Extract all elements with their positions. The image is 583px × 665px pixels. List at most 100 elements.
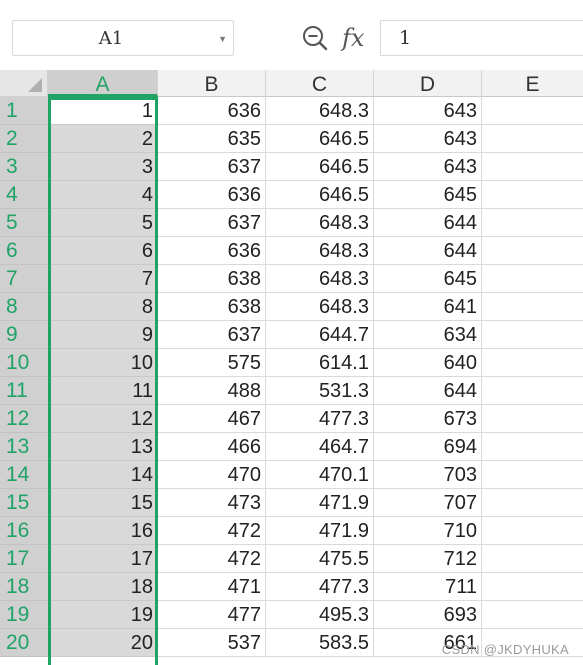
cell-a[interactable]: 1 bbox=[48, 97, 158, 125]
cell-c[interactable]: 475.5 bbox=[266, 545, 374, 573]
cell-a[interactable]: 12 bbox=[48, 405, 158, 433]
row-header[interactable]: 7 bbox=[0, 265, 48, 293]
cell-c[interactable]: 495.3 bbox=[266, 601, 374, 629]
cell-c[interactable]: 471.9 bbox=[266, 517, 374, 545]
row-header[interactable]: 1 bbox=[0, 97, 48, 125]
cell-b[interactable]: 472 bbox=[158, 545, 266, 573]
formula-input[interactable]: 1 bbox=[380, 20, 583, 56]
row-header[interactable]: 9 bbox=[0, 321, 48, 349]
cell-c[interactable]: 531.3 bbox=[266, 377, 374, 405]
cell-b[interactable]: 638 bbox=[158, 293, 266, 321]
cell-a[interactable]: 8 bbox=[48, 293, 158, 321]
cell-d[interactable]: 710 bbox=[374, 517, 482, 545]
cell-d[interactable]: 707 bbox=[374, 489, 482, 517]
cell-d[interactable]: 693 bbox=[374, 601, 482, 629]
cell-a[interactable]: 17 bbox=[48, 545, 158, 573]
row-header[interactable]: 10 bbox=[0, 349, 48, 377]
cell-e[interactable] bbox=[482, 517, 583, 545]
cell-a[interactable]: 10 bbox=[48, 349, 158, 377]
row-header[interactable]: 3 bbox=[0, 153, 48, 181]
cell-c[interactable]: 477.3 bbox=[266, 573, 374, 601]
cell-d[interactable]: 641 bbox=[374, 293, 482, 321]
cell-c[interactable]: 646.5 bbox=[266, 125, 374, 153]
cell-d[interactable]: 643 bbox=[374, 125, 482, 153]
cell-c[interactable]: 464.7 bbox=[266, 433, 374, 461]
cell-c[interactable]: 648.3 bbox=[266, 237, 374, 265]
cell-d[interactable]: 644 bbox=[374, 209, 482, 237]
cell-b[interactable]: 636 bbox=[158, 181, 266, 209]
cell-e[interactable] bbox=[482, 181, 583, 209]
cell-b[interactable]: 477 bbox=[158, 601, 266, 629]
cell-d[interactable]: 634 bbox=[374, 321, 482, 349]
row-header[interactable]: 4 bbox=[0, 181, 48, 209]
cell-b[interactable]: 638 bbox=[158, 265, 266, 293]
cell-d[interactable]: 703 bbox=[374, 461, 482, 489]
cell-c[interactable]: 648.3 bbox=[266, 293, 374, 321]
cell-d[interactable]: 643 bbox=[374, 97, 482, 125]
row-header[interactable]: 20 bbox=[0, 629, 48, 657]
cell-d[interactable]: 711 bbox=[374, 573, 482, 601]
cell-c[interactable]: 648.3 bbox=[266, 265, 374, 293]
cell-d[interactable]: 640 bbox=[374, 349, 482, 377]
cell-e[interactable] bbox=[482, 545, 583, 573]
row-header[interactable]: 16 bbox=[0, 517, 48, 545]
column-header-e[interactable]: E bbox=[482, 70, 583, 97]
cell-d[interactable]: 645 bbox=[374, 181, 482, 209]
cell-e[interactable] bbox=[482, 601, 583, 629]
column-header-b[interactable]: B bbox=[158, 70, 266, 97]
cell-d[interactable]: 645 bbox=[374, 265, 482, 293]
cell-b[interactable]: 637 bbox=[158, 153, 266, 181]
row-header[interactable]: 6 bbox=[0, 237, 48, 265]
cell-e[interactable] bbox=[482, 489, 583, 517]
cell-b[interactable]: 637 bbox=[158, 321, 266, 349]
cell-a[interactable]: 16 bbox=[48, 517, 158, 545]
cell-b[interactable]: 636 bbox=[158, 237, 266, 265]
cell-b[interactable]: 472 bbox=[158, 517, 266, 545]
cell-d[interactable]: 694 bbox=[374, 433, 482, 461]
cell-a[interactable]: 4 bbox=[48, 181, 158, 209]
row-header[interactable]: 8 bbox=[0, 293, 48, 321]
row-header[interactable]: 12 bbox=[0, 405, 48, 433]
cell-e[interactable] bbox=[482, 293, 583, 321]
cell-e[interactable] bbox=[482, 433, 583, 461]
chevron-down-icon[interactable]: ▼ bbox=[218, 21, 227, 57]
cell-e[interactable] bbox=[482, 377, 583, 405]
cell-c[interactable]: 644.7 bbox=[266, 321, 374, 349]
cell-d[interactable]: 644 bbox=[374, 377, 482, 405]
cell-a[interactable]: 3 bbox=[48, 153, 158, 181]
cell-c[interactable]: 614.1 bbox=[266, 349, 374, 377]
cell-b[interactable]: 470 bbox=[158, 461, 266, 489]
cell-a[interactable]: 14 bbox=[48, 461, 158, 489]
cell-e[interactable] bbox=[482, 125, 583, 153]
cell-c[interactable]: 583.5 bbox=[266, 629, 374, 657]
cell-e[interactable] bbox=[482, 209, 583, 237]
cell-d[interactable]: 673 bbox=[374, 405, 482, 433]
name-box[interactable]: A1 ▼ bbox=[12, 20, 234, 56]
cell-c[interactable]: 646.5 bbox=[266, 181, 374, 209]
cell-b[interactable]: 637 bbox=[158, 209, 266, 237]
cell-b[interactable]: 467 bbox=[158, 405, 266, 433]
row-header[interactable]: 13 bbox=[0, 433, 48, 461]
cell-e[interactable] bbox=[482, 237, 583, 265]
row-header[interactable]: 18 bbox=[0, 573, 48, 601]
cell-b[interactable]: 575 bbox=[158, 349, 266, 377]
cell-d[interactable]: 644 bbox=[374, 237, 482, 265]
cell-a[interactable]: 11 bbox=[48, 377, 158, 405]
cell-a[interactable]: 9 bbox=[48, 321, 158, 349]
cell-a[interactable]: 20 bbox=[48, 629, 158, 657]
cell-d[interactable]: 643 bbox=[374, 153, 482, 181]
cell-c[interactable]: 648.3 bbox=[266, 97, 374, 125]
cell-e[interactable] bbox=[482, 153, 583, 181]
cell-a[interactable]: 5 bbox=[48, 209, 158, 237]
cell-e[interactable] bbox=[482, 573, 583, 601]
cell-e[interactable] bbox=[482, 97, 583, 125]
cell-c[interactable]: 470.1 bbox=[266, 461, 374, 489]
cell-b[interactable]: 636 bbox=[158, 97, 266, 125]
cell-e[interactable] bbox=[482, 265, 583, 293]
cell-e[interactable] bbox=[482, 321, 583, 349]
row-header[interactable]: 11 bbox=[0, 377, 48, 405]
cell-b[interactable]: 537 bbox=[158, 629, 266, 657]
cell-b[interactable]: 471 bbox=[158, 573, 266, 601]
cell-c[interactable]: 477.3 bbox=[266, 405, 374, 433]
row-header[interactable]: 19 bbox=[0, 601, 48, 629]
